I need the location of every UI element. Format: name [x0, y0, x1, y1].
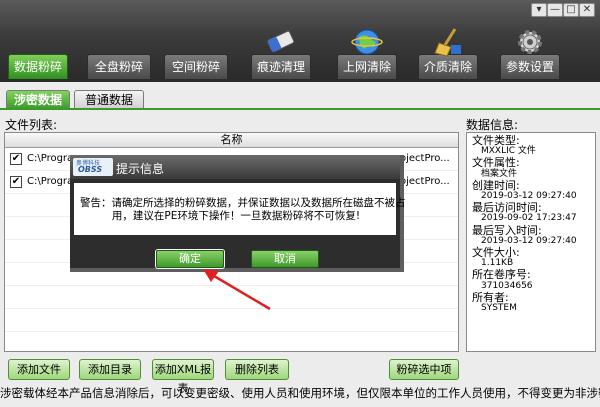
tab-trace-clean[interactable]: 痕迹清理	[251, 30, 311, 79]
tab-space-shred[interactable]: 空间粉碎	[164, 54, 228, 79]
menu-dropdown-button[interactable]: ▾	[531, 3, 547, 17]
add-xml-report-button[interactable]: 添加XML报表	[152, 359, 214, 395]
tab-divider	[0, 108, 600, 110]
dialog-body: 警告：请确定所选择的粉碎数据，并保证数据以及数据所在磁盘不被占 用，建议在PE环…	[74, 183, 406, 235]
tab-media-clean[interactable]: 介质清除	[418, 28, 478, 79]
info-created-label: 创建时间:	[472, 178, 520, 192]
minimize-button[interactable]: —	[547, 3, 563, 17]
main-toolbar: ▾ — □ ✕ 数据粉碎 全盘粉碎 空间粉碎 痕迹清理 上网清除 介质清除 参数…	[0, 0, 600, 82]
tab-label: 数据粉碎	[13, 60, 62, 74]
dialog-message-line2: 用，建议在PE环境下操作！一旦数据粉碎将不可恢复!	[111, 210, 361, 222]
globe-icon	[351, 29, 383, 55]
info-written-label: 最后写入时间:	[472, 223, 542, 237]
info-size-label: 文件大小:	[472, 246, 520, 260]
tab-label: 全盘粉碎	[94, 60, 143, 74]
add-file-button[interactable]: 添加文件	[8, 359, 70, 380]
prompt-dialog: 奥博科技 OBSS 提示信息 警告：请确定所选择的粉碎数据，并保证数据以及数据所…	[70, 155, 406, 268]
file-path-tail: ojectPro...	[400, 153, 450, 164]
logo-text: OBSS	[78, 165, 103, 174]
tab-label: 介质清除	[423, 60, 472, 74]
tab-label: 参数设置	[505, 60, 554, 74]
dialog-title-bar[interactable]: 奥博科技 OBSS 提示信息	[70, 155, 400, 179]
dialog-title: 提示信息	[116, 162, 165, 176]
info-owner-label: 所有者:	[472, 290, 509, 304]
broom-icon	[434, 28, 461, 57]
info-file-type-label: 文件类型:	[472, 134, 520, 147]
maximize-button[interactable]: □	[563, 3, 579, 17]
tab-web-clean[interactable]: 上网清除	[337, 29, 397, 79]
tab-label: 空间粉碎	[171, 60, 220, 74]
row-checkbox[interactable]: ✔	[10, 176, 22, 188]
info-accessed-value: 2019-09-02 17:23:47	[481, 213, 577, 224]
red-arrow-annotation	[203, 269, 271, 311]
eraser-icon	[267, 30, 295, 53]
shred-selected-button[interactable]: 粉碎选中项	[389, 359, 459, 380]
subtab-normal-data[interactable]: 普通数据	[74, 90, 144, 109]
add-directory-button[interactable]: 添加目录	[79, 359, 141, 380]
row-checkbox[interactable]: ✔	[10, 153, 22, 165]
info-owner-value: SYSTEM	[481, 303, 517, 314]
data-info-label: 数据信息:	[466, 118, 519, 132]
data-info-panel: 文件类型: MXXLIC 文件 文件属性: 档案文件 创建时间: 2019-03…	[466, 132, 596, 352]
info-volume-label: 所在卷序号:	[472, 268, 531, 282]
tab-data-shred[interactable]: 数据粉碎	[8, 54, 68, 79]
tab-full-disk-shred[interactable]: 全盘粉碎	[87, 54, 151, 79]
dialog-message-line1: 警告：请确定所选择的粉碎数据，并保证数据以及数据所在磁盘不被占	[80, 197, 406, 209]
obss-logo: 奥博科技 OBSS	[73, 158, 113, 176]
file-path-tail: ojectPro...	[400, 176, 450, 187]
delete-list-button[interactable]: 删除列表	[225, 359, 289, 380]
info-accessed-label: 最后访问时间:	[472, 201, 542, 215]
tab-label: 上网清除	[342, 60, 391, 74]
tab-settings[interactable]: 参数设置	[500, 30, 560, 79]
file-list-label: 文件列表:	[5, 118, 58, 132]
info-file-attr-label: 文件属性:	[472, 156, 520, 170]
column-header-name[interactable]: 名称	[5, 133, 458, 148]
close-button[interactable]: ✕	[579, 3, 595, 17]
subtab-secret-data[interactable]: 涉密数据	[6, 90, 70, 109]
gear-icon	[518, 30, 542, 54]
status-text: 涉密载体经本产品信息消除后，可以变更密级、使用人员和使用环境，但仅限本单位的工作…	[0, 386, 600, 400]
tab-label: 痕迹清理	[256, 60, 305, 74]
